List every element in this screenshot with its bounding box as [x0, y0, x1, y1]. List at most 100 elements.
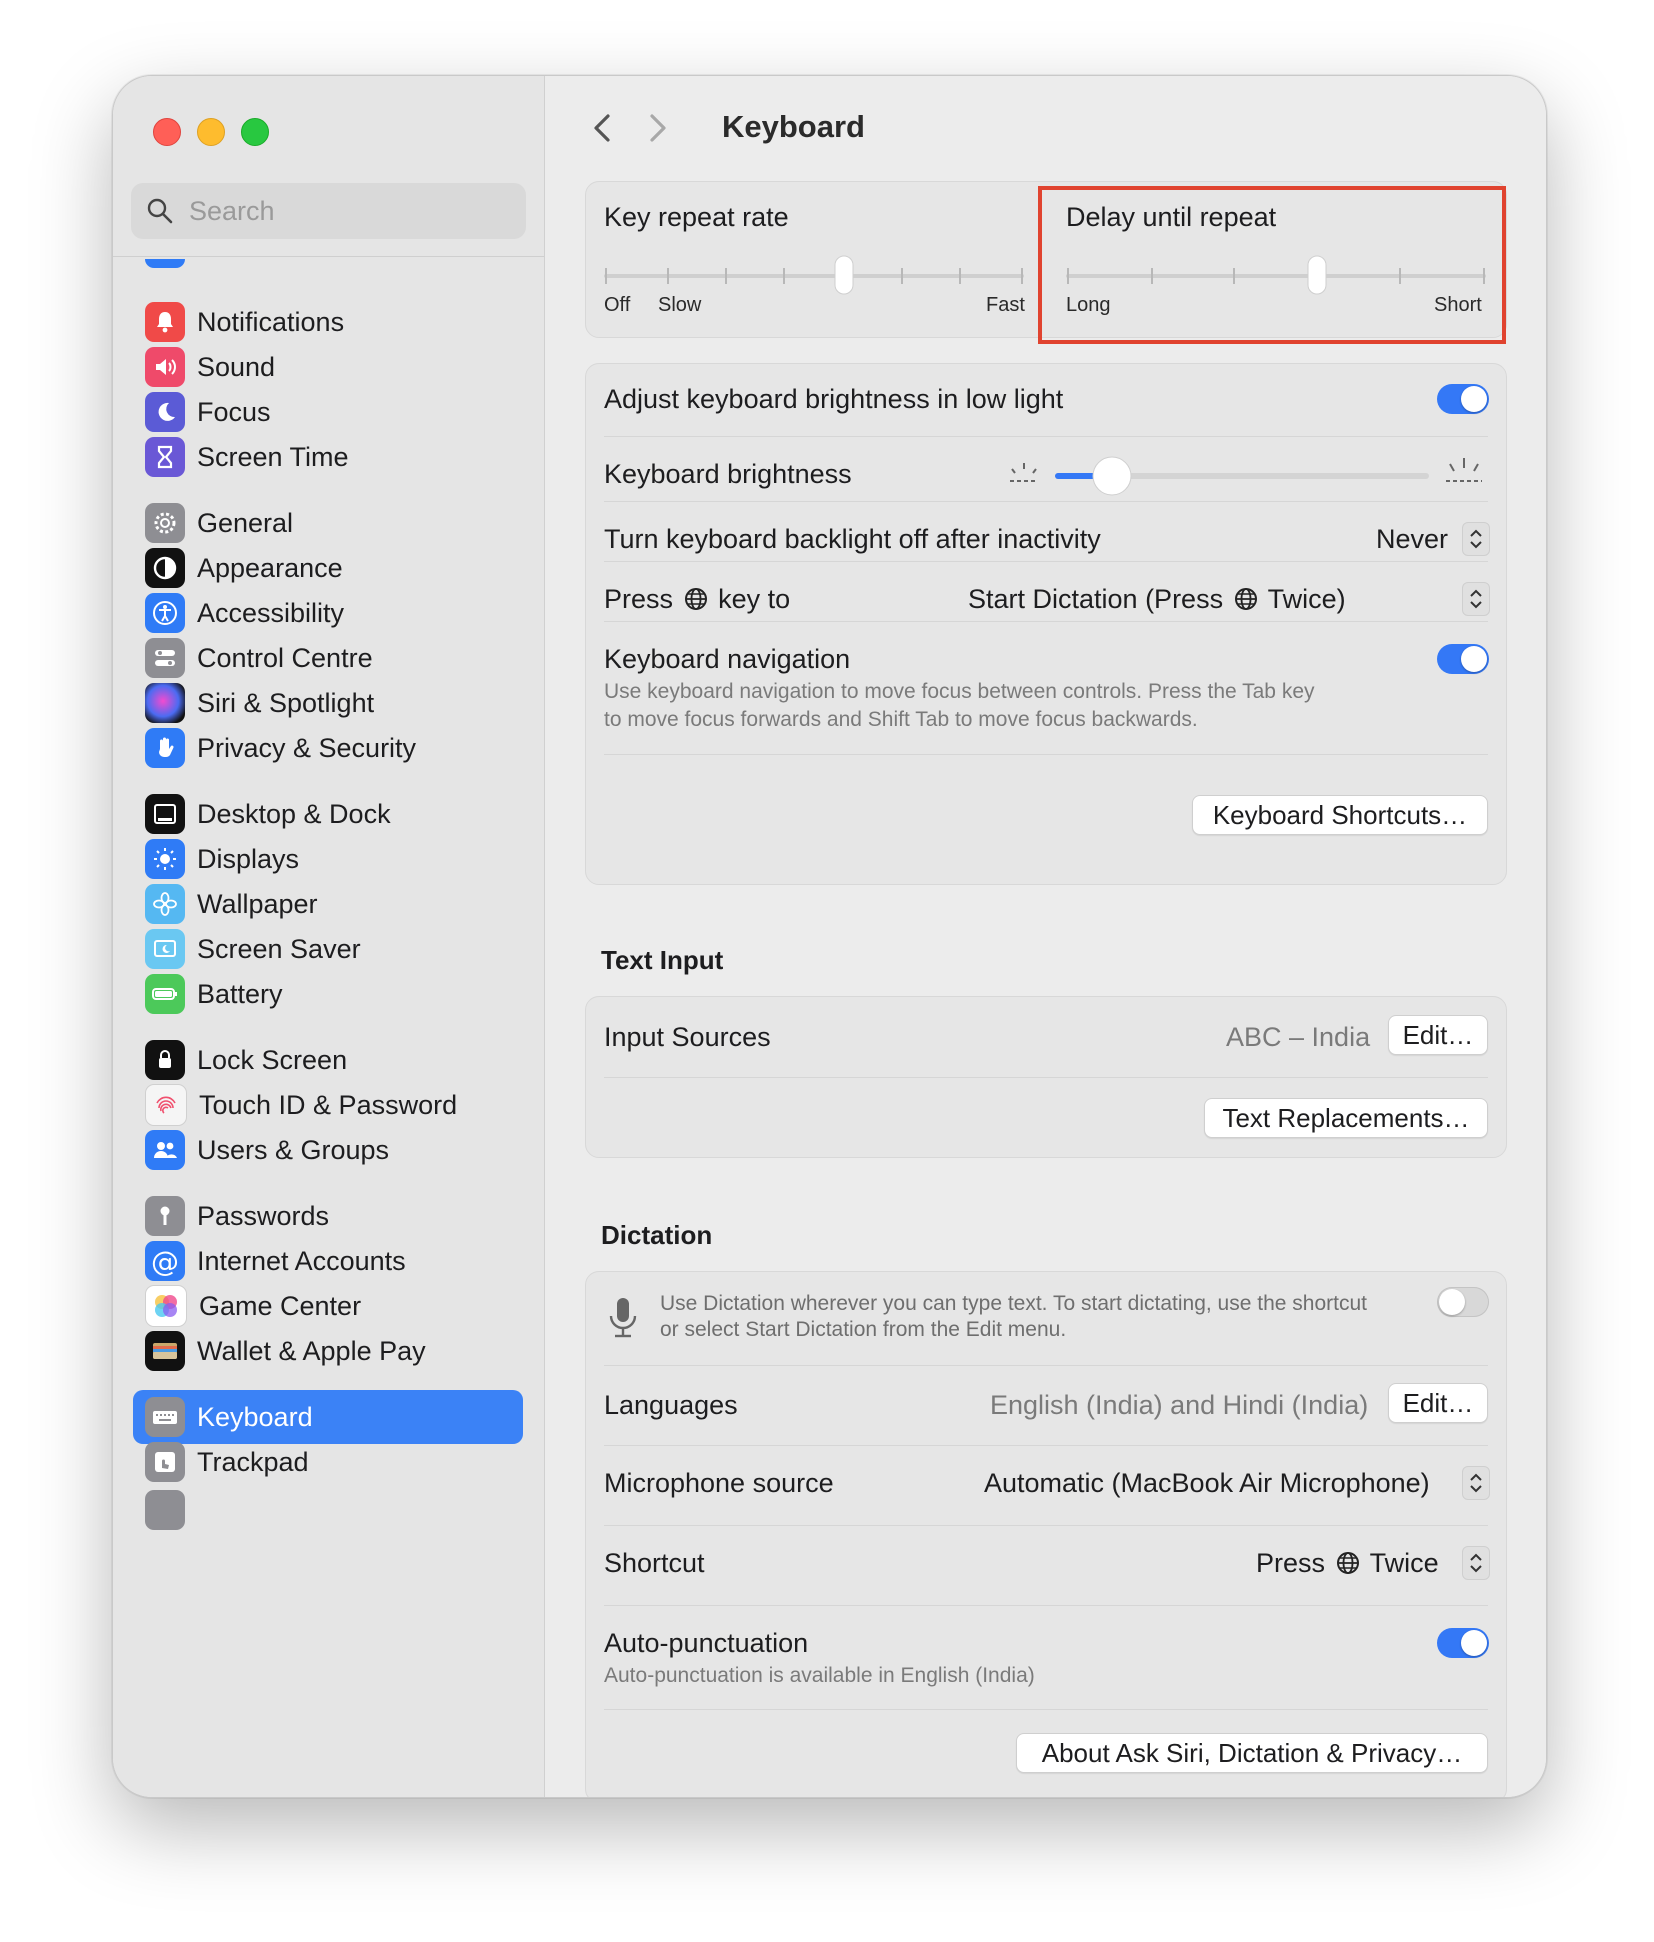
auto-punctuation-toggle[interactable]	[1437, 1628, 1489, 1658]
minimize-window-button[interactable]	[197, 118, 225, 146]
keyboard-settings-card: Adjust keyboard brightness in low light …	[585, 363, 1507, 885]
text-input-card: Input Sources ABC – India Edit… Text Rep…	[585, 996, 1507, 1158]
battery-icon	[145, 974, 185, 1014]
sidebar-item-trackpad[interactable]: Trackpad	[133, 1435, 523, 1489]
sidebar-item-label: Touch ID & Password	[199, 1089, 458, 1120]
globe-icon	[1234, 588, 1257, 610]
sidebar-item-label: Appearance	[197, 552, 343, 583]
keyboard-navigation-toggle[interactable]	[1437, 644, 1489, 674]
dictation-desc-1: Use Dictation wherever you can type text…	[660, 1292, 1367, 1315]
shortcut-value[interactable]: Press Twice	[1256, 1548, 1439, 1579]
row-separator	[604, 754, 1488, 755]
microphone-source-label: Microphone source	[604, 1468, 834, 1498]
languages-edit-button[interactable]: Edit…	[1388, 1383, 1488, 1423]
backlight-off-label: Turn keyboard backlight off after inacti…	[604, 524, 1101, 554]
search-field[interactable]	[131, 183, 526, 239]
sidebar-item-label: Passwords	[197, 1200, 330, 1231]
shortcut-stepper[interactable]	[1462, 1546, 1490, 1580]
sidebar-item-label: Sound	[197, 351, 276, 382]
sidebar-item-privacy-security[interactable]: Privacy & Security	[133, 721, 523, 775]
sidebar-item-screen-time[interactable]: Screen Time	[133, 430, 523, 484]
shortcut-value-suffix: Twice	[1369, 1548, 1439, 1578]
row-separator	[604, 621, 1488, 622]
press-key-suffix: key to	[718, 584, 791, 614]
sidebar-item-label: General	[197, 507, 294, 538]
speaker-icon	[145, 347, 185, 387]
keyboard-navigation-label: Keyboard navigation	[604, 644, 851, 674]
screen-saver-icon	[145, 929, 185, 969]
wifi-icon	[145, 259, 185, 268]
brightness-slider[interactable]	[1052, 454, 1432, 498]
dictation-desc-2: or select Start Dictation from the Edit …	[660, 1318, 1067, 1341]
backlight-off-stepper[interactable]	[1462, 522, 1490, 556]
text-replacements-button[interactable]: Text Replacements…	[1204, 1098, 1488, 1138]
brightness-low-icon	[1010, 463, 1038, 482]
input-sources-edit-button[interactable]: Edit…	[1388, 1015, 1488, 1055]
backlight-off-value[interactable]: Never	[1376, 524, 1448, 555]
sidebar-item-partial-bottom[interactable]	[133, 1483, 523, 1537]
key-repeat-fast-label: Fast	[986, 294, 1025, 316]
accessibility-icon	[145, 593, 185, 633]
press-key-value[interactable]: Start Dictation (Press Twice)	[968, 584, 1346, 615]
microphone-source-stepper[interactable]	[1462, 1466, 1490, 1500]
shortcut-value-prefix: Press	[1256, 1548, 1326, 1578]
press-key-label: Press key to	[604, 584, 790, 615]
sidebar-item-label: Control Centre	[197, 642, 373, 673]
main-pane: Keyboard Key repeat rate Off Slow Fast D…	[545, 76, 1546, 1797]
fingerprint-icon	[145, 1084, 187, 1126]
sidebar-item-users-groups[interactable]: Users & Groups	[133, 1123, 523, 1177]
sidebar-item-label: Displays	[197, 843, 300, 874]
press-key-value-prefix: Start Dictation (Press	[968, 584, 1224, 614]
back-chevron-icon[interactable]	[583, 108, 623, 148]
siri-icon	[145, 683, 185, 723]
sidebar-list[interactable]: Notifications Sound Focus Screen Time Ge…	[113, 259, 544, 1797]
brightness-slider-thumb	[1092, 456, 1132, 496]
sidebar-item-label: Battery	[197, 978, 283, 1009]
key-repeat-slow-label: Slow	[658, 294, 702, 316]
brightness-label: Keyboard brightness	[604, 459, 852, 489]
row-separator	[604, 561, 1488, 562]
adjust-brightness-toggle[interactable]	[1437, 384, 1489, 414]
sidebar: Notifications Sound Focus Screen Time	[113, 76, 545, 1797]
search-input[interactable]	[187, 194, 521, 228]
sidebar-item-battery[interactable]: Battery	[133, 967, 523, 1021]
row-separator	[604, 501, 1488, 502]
about-dictation-privacy-button[interactable]: About Ask Siri, Dictation & Privacy…	[1016, 1733, 1488, 1773]
sidebar-item-label: Game Center	[199, 1290, 362, 1321]
sidebar-item-label: Screen Time	[197, 441, 349, 472]
adjust-brightness-label: Adjust keyboard brightness in low light	[604, 384, 1064, 414]
press-key-value-suffix: Twice)	[1267, 584, 1346, 614]
sidebar-item-wallet[interactable]: Wallet & Apple Pay	[133, 1324, 523, 1378]
dock-icon	[145, 794, 185, 834]
sidebar-item-label: Internet Accounts	[197, 1245, 406, 1276]
zoom-window-button[interactable]	[241, 118, 269, 146]
sidebar-item-wifi-partial[interactable]	[133, 259, 523, 275]
game-center-icon	[145, 1285, 187, 1327]
row-separator	[604, 1709, 1488, 1710]
sidebar-item-label: Notifications	[197, 306, 345, 337]
wallet-icon	[145, 1331, 185, 1371]
dictation-toggle[interactable]	[1437, 1287, 1489, 1317]
sidebar-item-label: Privacy & Security	[197, 732, 417, 763]
system-settings-window: Notifications Sound Focus Screen Time	[112, 75, 1547, 1798]
brightness-high-icon	[1446, 458, 1482, 482]
auto-punctuation-label: Auto-punctuation	[604, 1628, 809, 1658]
highlight-box	[1038, 186, 1506, 344]
keyboard-shortcuts-button[interactable]: Keyboard Shortcuts…	[1192, 795, 1488, 835]
sidebar-divider	[113, 256, 544, 257]
row-separator	[604, 1445, 1488, 1446]
microphone-source-value[interactable]: Automatic (MacBook Air Microphone)	[984, 1468, 1430, 1499]
key-icon	[145, 1196, 185, 1236]
sidebar-item-label: Lock Screen	[197, 1044, 348, 1075]
partial-icon	[145, 1490, 185, 1530]
row-separator	[604, 436, 1488, 437]
close-window-button[interactable]	[153, 118, 181, 146]
up-down-chevron-icon	[1470, 589, 1482, 609]
press-key-stepper[interactable]	[1462, 582, 1490, 616]
key-repeat-slider-thumb	[834, 255, 854, 295]
press-key-prefix: Press	[604, 584, 674, 614]
key-repeat-slider[interactable]	[602, 254, 1026, 296]
input-sources-label: Input Sources	[604, 1022, 771, 1052]
forward-chevron-icon[interactable]	[637, 108, 677, 148]
languages-label: Languages	[604, 1390, 738, 1420]
